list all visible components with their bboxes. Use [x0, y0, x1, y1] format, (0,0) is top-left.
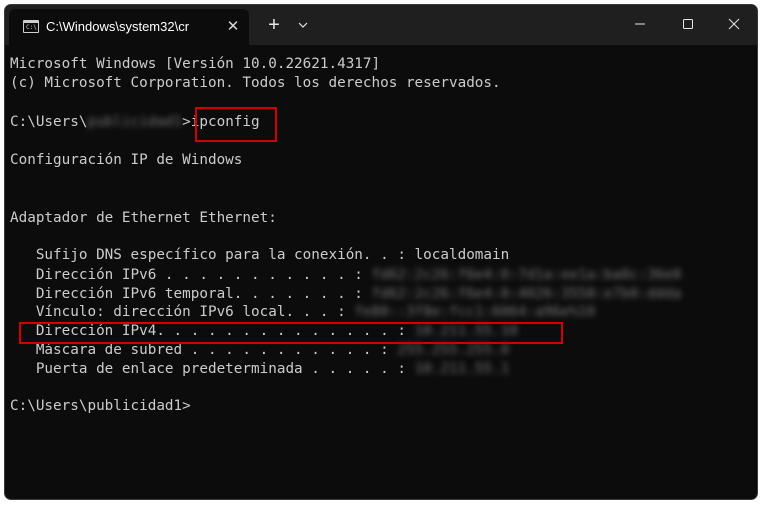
link-local-ipv6-value: fe80::3f8e:fcc1:6064:a96e%10 — [354, 304, 596, 320]
minimize-button[interactable] — [617, 5, 663, 41]
current-prompt[interactable]: C:\Users\publicidad1> — [10, 397, 191, 416]
console-line: Sufijo DNS específico para la conexión. … — [10, 247, 510, 263]
tab-menu-button[interactable] — [292, 14, 314, 36]
maximize-icon — [683, 19, 693, 29]
close-window-button[interactable] — [711, 5, 757, 41]
close-icon — [728, 18, 740, 30]
ipconfig-row: Dirección IPv6 . . . . . . . . . . . : f… — [10, 266, 682, 285]
console-line: Microsoft Windows [Versión 10.0.22621.43… — [10, 56, 381, 72]
ipconfig-row: Dirección IPv6 temporal. . . . . . . : f… — [10, 285, 682, 304]
new-tab-button[interactable]: + — [261, 14, 287, 36]
command-prompt-icon: C:\ — [23, 20, 39, 33]
row-label: Máscara de subred . . . . . . . . . . . … — [10, 342, 398, 358]
prompt-prefix: C:\Users\ — [10, 114, 88, 130]
maximize-button[interactable] — [665, 5, 711, 41]
tab-cmd[interactable]: C:\ C:\Windows\system32\cr ✕ — [9, 9, 249, 45]
default-gateway-value: 10.211.55.1 — [414, 361, 510, 377]
row-label: Vínculo: dirección IPv6 local. . . : — [10, 304, 355, 320]
console-line: Adaptador de Ethernet Ethernet: — [10, 210, 277, 226]
console-line: (c) Microsoft Corporation. Todos los der… — [10, 75, 501, 91]
prompt-suffix: > — [182, 114, 191, 130]
ipv6-address-value: fd62:2c26:f6e4:0:7d1a:ee1a:ba0c:36e0 — [371, 267, 682, 283]
tab-close-button[interactable]: ✕ — [223, 17, 243, 37]
minimize-icon — [635, 23, 645, 25]
row-label: Dirección IPv6 . . . . . . . . . . . : — [10, 267, 372, 283]
chevron-down-icon — [298, 22, 308, 28]
redacted-username: publicidad1 — [87, 114, 183, 130]
title-bar[interactable]: C:\ C:\Windows\system32\cr ✕ + — [5, 5, 757, 45]
terminal-window: C:\ C:\Windows\system32\cr ✕ + Microsoft… — [5, 5, 757, 499]
ipv4-highlight-box — [19, 322, 563, 344]
console-output[interactable]: Microsoft Windows [Versión 10.0.22621.43… — [5, 45, 757, 499]
tab-title: C:\Windows\system32\cr — [46, 19, 190, 34]
console-line: Configuración IP de Windows — [10, 152, 243, 168]
row-label: Puerta de enlace predeterminada . . . . … — [10, 361, 415, 377]
row-label: Dirección IPv6 temporal. . . . . . . : — [10, 286, 372, 302]
command-highlight-box — [195, 107, 277, 142]
ipconfig-row: Puerta de enlace predeterminada . . . . … — [10, 360, 509, 379]
temp-ipv6-value: fd62:2c26:f6e4:0:4026:3558:e7b0:ddda — [371, 286, 682, 302]
ipconfig-row: Vínculo: dirección IPv6 local. . . : fe8… — [10, 303, 596, 322]
